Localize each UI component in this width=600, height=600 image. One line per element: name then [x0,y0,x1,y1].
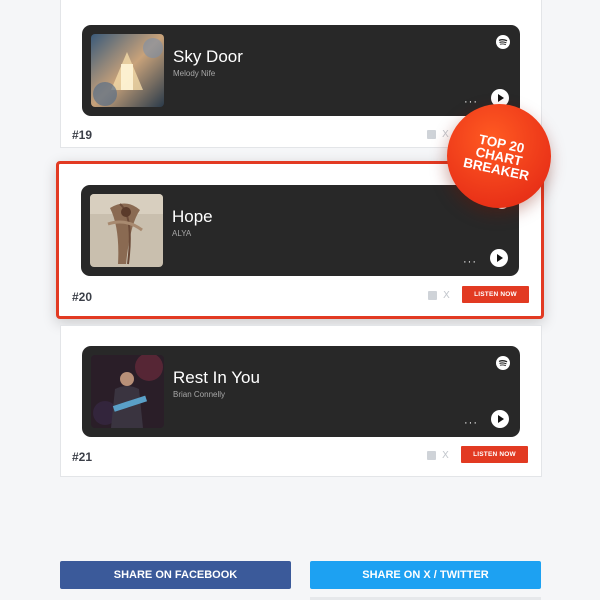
song-artist[interactable]: ALYA [172,229,191,238]
more-icon[interactable]: ··· [463,257,477,268]
facebook-icon[interactable] [428,291,437,300]
song-title[interactable]: Rest In You [173,368,260,388]
listen-now-button[interactable]: LISTEN NOW [462,286,529,303]
spotify-embed-player[interactable]: Rest In You Brian Connelly ··· [82,346,520,437]
track-card-21: Rest In You Brian Connelly ··· #21 X LIS… [60,325,542,477]
share-facebook-button[interactable]: SHARE ON FACEBOOK [60,561,291,589]
album-art [90,194,163,267]
song-artist[interactable]: Melody Nife [173,69,215,78]
play-icon[interactable] [490,249,508,267]
album-art [91,355,164,428]
more-icon[interactable]: ··· [464,97,478,108]
song-title[interactable]: Sky Door [173,47,243,67]
song-artist[interactable]: Brian Connelly [173,390,225,399]
share-twitter-button[interactable]: SHARE ON X / TWITTER [310,561,541,589]
album-art [91,34,164,107]
x-icon[interactable]: X [442,451,451,461]
x-icon[interactable]: X [443,291,452,301]
song-title[interactable]: Hope [172,207,213,227]
facebook-icon[interactable] [427,130,436,139]
spotify-embed-player[interactable]: Hope ALYA ··· [81,185,519,276]
listen-now-button[interactable]: LISTEN NOW [461,446,528,463]
play-icon[interactable] [491,410,509,428]
spotify-icon[interactable] [496,356,510,370]
rank-number: #20 [72,290,93,304]
spotify-icon[interactable] [496,35,510,49]
rank-number: #21 [72,450,93,464]
spotify-embed-player[interactable]: Sky Door Melody Nife ··· [82,25,520,116]
more-icon[interactable]: ··· [464,418,478,429]
facebook-icon[interactable] [427,451,436,460]
rank-number: #19 [72,128,93,142]
